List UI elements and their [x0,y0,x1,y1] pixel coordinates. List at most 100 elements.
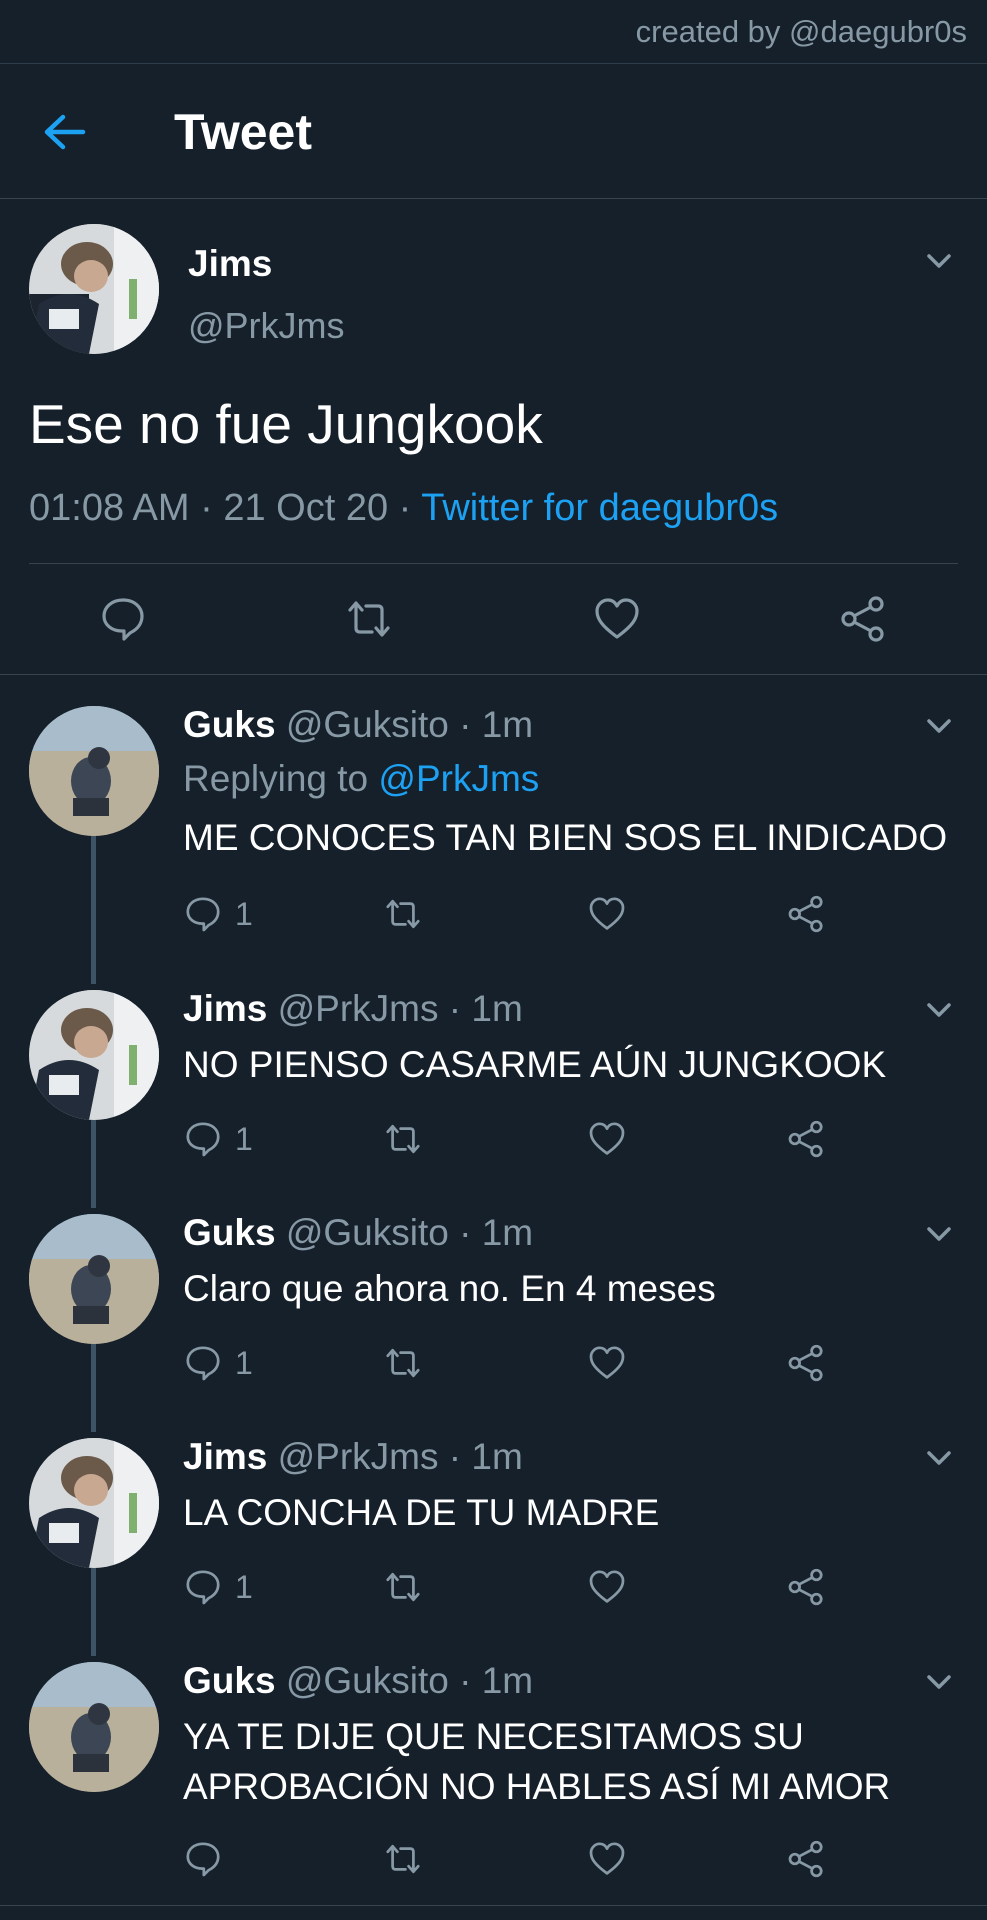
arrow-left-icon [44,114,86,150]
like-button[interactable] [587,1836,627,1882]
reply-actions [183,1836,843,1882]
reply-button[interactable] [183,1836,235,1882]
share-button[interactable] [786,1836,826,1882]
retweet-button[interactable] [383,1340,423,1386]
back-button[interactable] [30,104,100,160]
reply-actions: 1 [183,1340,843,1386]
reply-actions: 1 [183,1564,843,1610]
chevron-down-icon[interactable] [919,990,959,1030]
avatar[interactable] [29,990,159,1120]
avatar[interactable] [29,706,159,836]
reply-icon[interactable] [98,594,148,644]
like-icon[interactable] [592,594,642,644]
timestamp: · 1m [459,1212,534,1253]
avatar[interactable] [29,224,159,354]
retweet-button[interactable] [383,1564,423,1610]
reply-icon [186,897,220,932]
author-name[interactable]: Jims [183,988,267,1029]
author-handle[interactable]: @Guksito [286,704,449,745]
author-handle[interactable]: @PrkJms [188,305,345,347]
like-button[interactable] [587,1116,627,1162]
reply-icon [186,1570,220,1605]
reply-button[interactable]: 1 [183,1564,253,1610]
share-button[interactable] [786,1564,826,1610]
chevron-down-icon[interactable] [919,1214,959,1254]
like-icon [589,1346,625,1379]
reply-text-line: APROBACIÓN NO HABLES ASÍ MI AMOR [183,1766,891,1807]
reply-icon [186,1346,220,1381]
timestamp: · 1m [448,1436,523,1477]
reply-count: 1 [235,1568,253,1605]
thread-line [91,1568,96,1656]
like-icon [589,1842,625,1875]
reply-header: Jims @PrkJms · 1m [183,1436,523,1478]
chevron-down-icon[interactable] [919,706,959,746]
header: Tweet [0,64,987,198]
author-name[interactable]: Jims [183,1436,267,1477]
chevron-down-icon[interactable] [919,1438,959,1478]
mention-link[interactable]: @PrkJms [378,758,539,799]
main-tweet: Jims @PrkJms Ese no fue Jungkook 01:08 A… [0,199,987,674]
retweet-button[interactable] [383,1836,423,1882]
reply-button[interactable]: 1 [183,1116,253,1162]
author-name[interactable]: Guks [183,704,276,745]
retweet-button[interactable] [383,1116,423,1162]
retweet-icon [386,899,420,929]
author-handle[interactable]: @PrkJms [278,1436,439,1477]
reply-header: Guks @Guksito · 1m [183,1660,533,1702]
timestamp: · 1m [459,704,534,745]
page-title: Tweet [174,104,312,160]
reply-text: NO PIENSO CASARME AÚN JUNGKOOK [183,1044,887,1085]
author-handle[interactable]: @PrkJms [278,988,439,1029]
reply-button[interactable]: 1 [183,1340,253,1386]
reply-count: 1 [235,1344,253,1381]
thread-line [91,1120,96,1208]
share-icon[interactable] [838,594,888,644]
author-name[interactable]: Guks [183,1212,276,1253]
avatar[interactable] [29,1438,159,1568]
bottom-divider [0,1905,987,1906]
author-handle[interactable]: @Guksito [286,1212,449,1253]
chevron-down-icon[interactable] [919,241,959,281]
reply-actions: 1 [183,1116,843,1162]
meta-separator: · [200,487,224,529]
reply-count: 1 [235,895,253,932]
retweet-icon[interactable] [344,594,394,644]
retweet-icon [386,1844,420,1874]
tweet-meta: 01:08 AM · 21 Oct 20 · Twitter for daegu… [29,483,778,533]
like-button[interactable] [587,1564,627,1610]
share-button[interactable] [786,1340,826,1386]
reply-text: Claro que ahora no. En 4 meses [183,1268,716,1309]
avatar[interactable] [29,1214,159,1344]
author-name[interactable]: Jims [188,243,272,285]
reply-text: LA CONCHA DE TU MADRE [183,1492,660,1533]
avatar[interactable] [29,1662,159,1792]
share-button[interactable] [786,891,826,937]
reply-header: Jims @PrkJms · 1m [183,988,523,1030]
like-button[interactable] [587,1340,627,1386]
share-button[interactable] [786,1116,826,1162]
tweet-time: 01:08 AM [29,487,190,529]
thread-line [91,1344,96,1432]
author-name[interactable]: Guks [183,1660,276,1701]
share-icon [788,1344,823,1382]
reply-count: 1 [235,1120,253,1157]
thread-divider [0,674,987,675]
tweet-date: 21 Oct 20 [223,487,389,529]
replying-to: Replying to @PrkJms [183,758,540,799]
tweet-divider [29,563,958,564]
reply-text: ME CONOCES TAN BIEN SOS EL INDICADO [183,817,948,858]
share-icon [788,1840,823,1878]
retweet-icon [386,1124,420,1154]
tweet-source-link[interactable]: Twitter for daegubr0s [421,487,778,529]
retweet-icon [386,1348,420,1378]
share-icon [788,895,823,933]
reply-button[interactable]: 1 [183,891,253,937]
reply-text: YA TE DIJE QUE NECESITAMOS SU APROBACIÓN… [183,1712,890,1812]
tweet-text: Ese no fue Jungkook [29,393,543,455]
author-handle[interactable]: @Guksito [286,1660,449,1701]
like-button[interactable] [587,891,627,937]
chevron-down-icon[interactable] [919,1662,959,1702]
retweet-button[interactable] [383,891,423,937]
thread-line [91,836,96,984]
